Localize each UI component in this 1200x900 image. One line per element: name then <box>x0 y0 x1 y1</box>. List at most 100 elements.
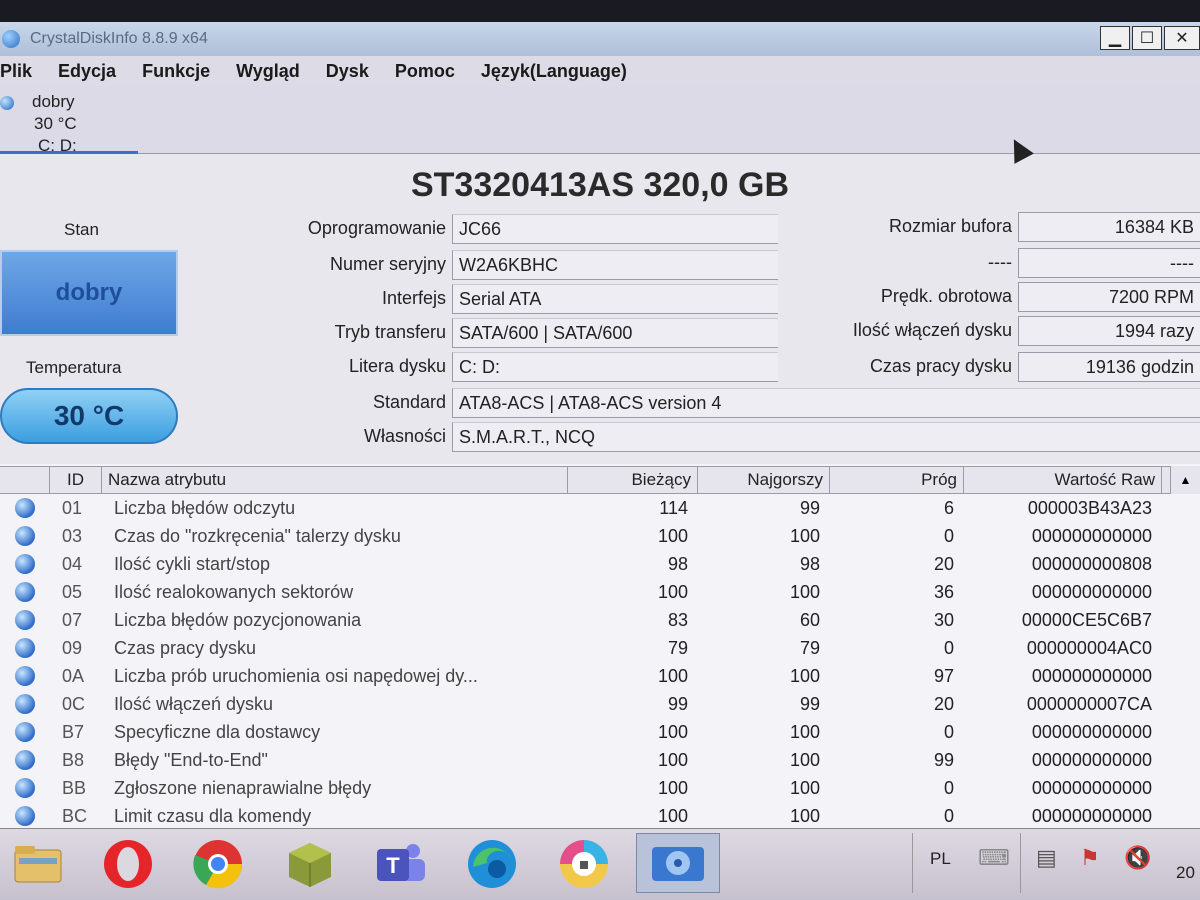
maximize-button[interactable]: ☐ <box>1132 26 1162 50</box>
status-dot-icon <box>0 694 50 714</box>
table-row[interactable]: B7 Specyficzne dla dostawcy 100 100 0 0000000… <box>0 718 1200 746</box>
power-on-hours-value: 19136 godzin <box>1018 352 1200 382</box>
table-header: ID Nazwa atrybutu Bieżący Najgorszy Próg… <box>0 466 1200 494</box>
opera-browser-icon[interactable] <box>100 837 156 891</box>
attribute-threshold: 0 <box>943 721 954 742</box>
table-row[interactable]: B8 Błędy "End-to-End" 100 100 99 000000000000 <box>0 746 1200 774</box>
attribute-raw-value: 000003B43A23 <box>1027 497 1152 518</box>
table-row[interactable]: 03 Czas do "rozkręcenia" talerzy dysku 100… <box>0 522 1200 550</box>
close-button[interactable]: ✕ <box>1164 26 1200 50</box>
header-attribute-name[interactable]: Nazwa atrybutu <box>102 467 568 493</box>
health-status-value: dobry <box>55 279 123 306</box>
attribute-id: 01 <box>62 497 83 518</box>
status-dot-icon <box>0 666 50 686</box>
header-worst[interactable]: Najgorszy <box>698 467 830 493</box>
attribute-threshold: 99 <box>933 749 954 770</box>
table-row[interactable]: 0C Ilość włączeń dysku 99 99 20 0000000007CA <box>0 690 1200 718</box>
attribute-worst: 99 <box>799 497 820 518</box>
features-label: Własności <box>363 426 446 446</box>
title-bar[interactable]: CrystalDiskInfo 8.8.9 x64 ▁ ☐ ✕ <box>0 22 1200 56</box>
clock[interactable]: 20 <box>1176 863 1195 883</box>
menu-language[interactable]: Język(Language) <box>481 61 627 82</box>
status-dot-icon <box>0 498 50 518</box>
attribute-current: 79 <box>667 637 688 658</box>
file-explorer-icon[interactable] <box>10 837 66 891</box>
volume-muted-icon[interactable]: 🔇 <box>1124 845 1151 871</box>
attribute-current: 114 <box>659 497 688 518</box>
attribute-raw-value: 000000000000 <box>1031 777 1152 798</box>
table-row[interactable]: BB Zgłoszone nienaprawialne błędy 100 100 0 0… <box>0 774 1200 802</box>
menu-funkcje[interactable]: Funkcje <box>142 61 210 82</box>
scroll-up-arrow-icon[interactable]: ▲ <box>1170 466 1200 494</box>
status-dot-icon <box>0 526 50 546</box>
attribute-raw-value: 000000004AC0 <box>1026 637 1152 658</box>
minimize-button[interactable]: ▁ <box>1100 26 1130 50</box>
header-threshold[interactable]: Próg <box>830 467 964 493</box>
attribute-threshold: 0 <box>943 805 954 826</box>
menu-pomoc[interactable]: Pomoc <box>395 61 455 82</box>
table-row[interactable]: 04 Ilość cykli start/stop 98 98 20 0000000008… <box>0 550 1200 578</box>
rotation-speed-label: Prędk. obrotowa <box>880 286 1012 306</box>
status-dot-icon <box>0 610 50 630</box>
attribute-threshold: 36 <box>933 581 954 602</box>
table-row[interactable]: 09 Czas pracy dysku 79 79 0 000000004AC0 <box>0 634 1200 662</box>
temperature-badge[interactable]: 30 °C <box>0 388 178 444</box>
chrome-browser-icon[interactable] <box>190 837 246 891</box>
network-icon[interactable]: ▤ <box>1036 845 1057 871</box>
keyboard-icon[interactable]: ⌨ <box>978 845 1010 871</box>
menu-dysk[interactable]: Dysk <box>326 61 369 82</box>
serial-value: W2A6KBHC <box>452 250 778 280</box>
header-current[interactable]: Bieżący <box>568 467 698 493</box>
tray-separator <box>912 833 913 893</box>
status-dot-icon <box>0 806 50 826</box>
attribute-raw-value: 000000000000 <box>1031 581 1152 602</box>
attribute-name: Ilość cykli start/stop <box>114 553 271 574</box>
attribute-threshold: 0 <box>943 525 954 546</box>
attribute-name: Ilość włączeń dysku <box>114 693 274 714</box>
header-status[interactable] <box>0 467 50 493</box>
language-indicator[interactable]: PL <box>930 849 951 869</box>
table-row[interactable]: 0A Liczba prób uruchomienia osi napędowej… <box>0 662 1200 690</box>
menu-plik[interactable]: Plik <box>0 61 32 82</box>
menu-wyglad[interactable]: Wygląd <box>236 61 300 82</box>
table-row[interactable]: 05 Ilość realokowanych sektorów 100 100 36 00… <box>0 578 1200 606</box>
firmware-label: Oprogramowanie <box>307 218 446 238</box>
attribute-threshold: 0 <box>943 777 954 798</box>
table-body: 01 Liczba błędów odczytu 114 99 6 000003B43A2… <box>0 494 1200 828</box>
attribute-name: Liczba błędów pozycjonowania <box>114 609 362 630</box>
disk-tab[interactable]: dobry 30 °C C: D: <box>0 90 138 155</box>
attribute-worst: 99 <box>799 693 820 714</box>
header-raw-value[interactable]: Wartość Raw <box>964 467 1162 493</box>
attribute-threshold: 30 <box>933 609 954 630</box>
attribute-raw-value: 000000000808 <box>1031 553 1152 574</box>
disk-model-title: ST3320413AS 320,0 GB <box>410 166 790 204</box>
attribute-id: 07 <box>62 609 83 630</box>
crystaldiskinfo-taskbar-icon[interactable] <box>636 833 720 893</box>
attribute-worst: 100 <box>789 665 820 686</box>
attribute-id: 0C <box>62 693 86 714</box>
minecraft-icon[interactable] <box>282 837 338 891</box>
attribute-current: 100 <box>657 665 688 686</box>
attribute-raw-value: 00000CE5C6B7 <box>1021 609 1152 630</box>
microsoft-teams-icon[interactable]: T <box>372 837 428 891</box>
attribute-raw-value: 000000000000 <box>1031 525 1152 546</box>
vpn-app-icon[interactable] <box>556 837 612 891</box>
disk-tab-letters: C: D: <box>38 136 77 155</box>
table-row[interactable]: 01 Liczba błędów odczytu 114 99 6 000003B43A2… <box>0 494 1200 522</box>
menu-edycja[interactable]: Edycja <box>58 61 116 82</box>
status-dot-icon <box>0 722 50 742</box>
header-id[interactable]: ID <box>50 467 102 493</box>
notification-error-icon[interactable]: ⚑ <box>1080 845 1100 871</box>
attribute-id: B7 <box>62 721 85 742</box>
disk-tab-temperature: 30 °C <box>34 114 77 133</box>
attribute-id: 09 <box>62 637 83 658</box>
table-row[interactable]: 07 Liczba błędów pozycjonowania 83 60 30 0000… <box>0 606 1200 634</box>
edge-browser-icon[interactable] <box>464 837 520 891</box>
attribute-raw-value: 000000000000 <box>1031 721 1152 742</box>
status-dot-icon <box>0 554 50 574</box>
health-status-icon <box>0 96 14 110</box>
disk-tab-status: dobry <box>32 92 75 111</box>
health-status-button[interactable]: dobry <box>0 250 178 336</box>
table-row[interactable]: BC Limit czasu dla komendy 100 100 0 00000000… <box>0 802 1200 828</box>
drive-letter-label: Litera dysku <box>348 356 446 376</box>
